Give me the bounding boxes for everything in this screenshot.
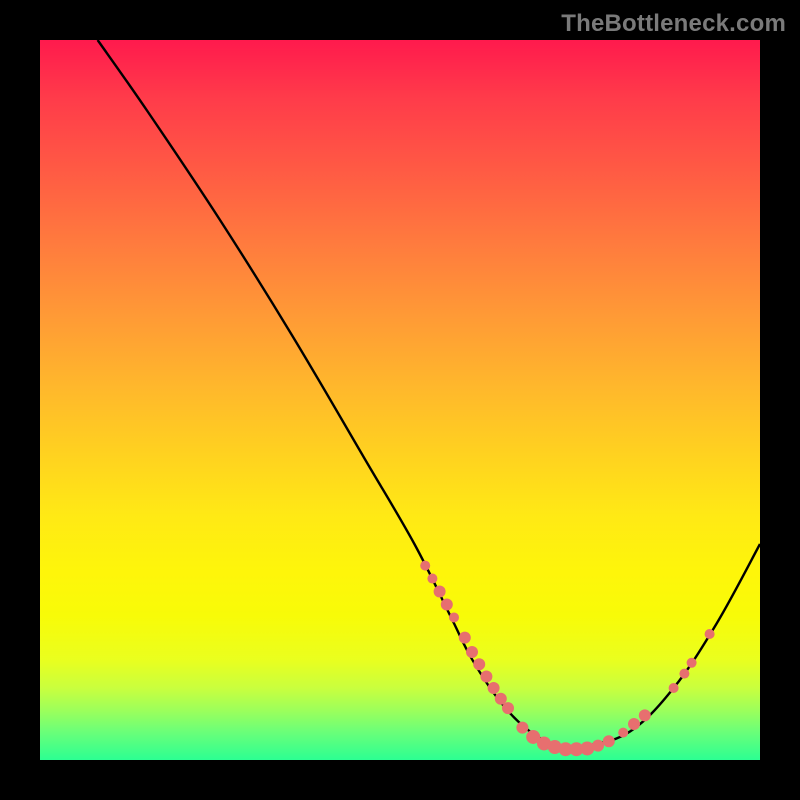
curve-marker: [516, 722, 528, 734]
curve-marker: [628, 718, 640, 730]
curve-marker: [580, 741, 594, 755]
curve-marker: [420, 561, 430, 571]
curve-marker: [427, 574, 437, 584]
curve-marker: [459, 632, 471, 644]
curve-markers: [420, 561, 714, 757]
curve-marker: [592, 740, 604, 752]
curve-marker: [618, 728, 628, 738]
curve-svg: [40, 40, 760, 760]
curve-marker: [434, 586, 446, 598]
curve-marker: [603, 735, 615, 747]
curve-marker: [466, 646, 478, 658]
curve-marker: [488, 682, 500, 694]
curve-marker: [441, 598, 453, 610]
curve-marker: [473, 658, 485, 670]
plot-area: [40, 40, 760, 760]
watermark-text: TheBottleneck.com: [561, 10, 786, 38]
curve-marker: [705, 629, 715, 639]
curve-marker: [449, 612, 459, 622]
bottleneck-curve: [98, 40, 760, 748]
curve-marker: [480, 670, 492, 682]
curve-marker: [687, 658, 697, 668]
curve-marker: [669, 683, 679, 693]
chart-frame: TheBottleneck.com: [0, 0, 800, 800]
curve-marker: [639, 709, 651, 721]
curve-marker: [502, 702, 514, 714]
curve-marker: [679, 669, 689, 679]
